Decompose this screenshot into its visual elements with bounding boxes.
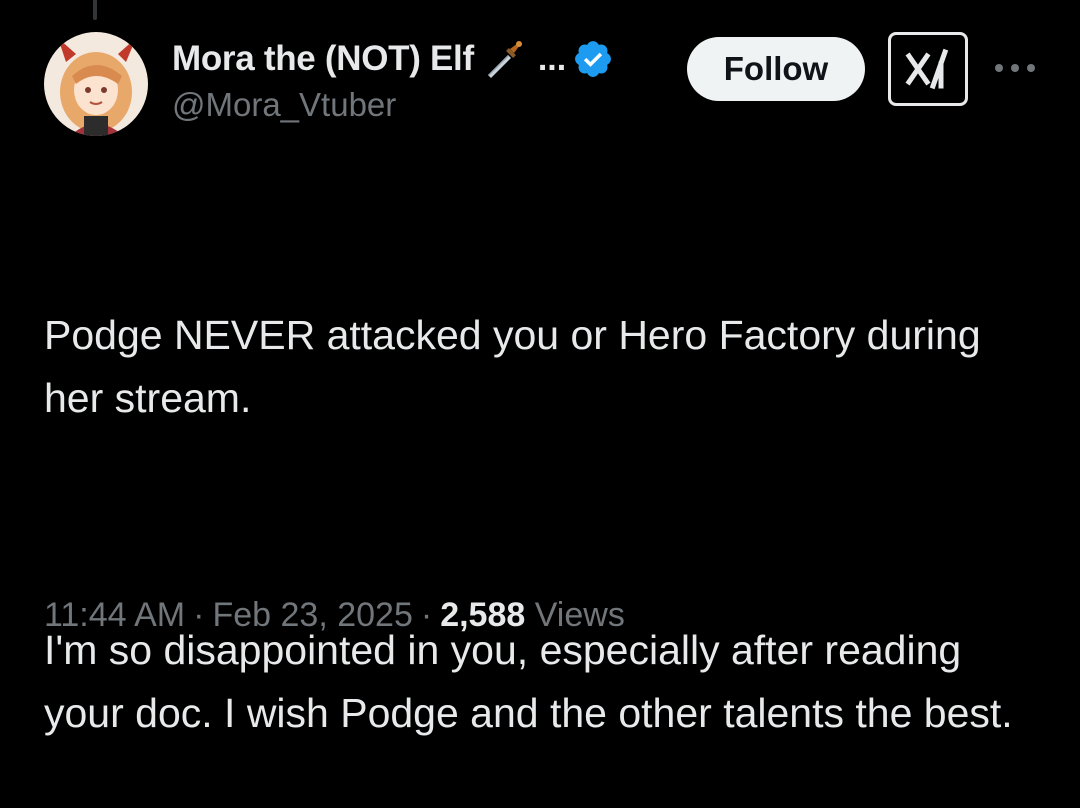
- tweet-paragraph: Podge NEVER attacked you or Hero Factory…: [44, 312, 993, 421]
- author-handle[interactable]: @Mora_Vtuber: [172, 86, 396, 124]
- tweet-text: Podge NEVER attacked you or Hero Factory…: [44, 178, 1024, 808]
- grok-button[interactable]: [888, 32, 968, 106]
- tweet-date[interactable]: Feb 23, 2025: [212, 596, 412, 634]
- tweet-paragraph: I'm so disappointed in you, especially a…: [44, 627, 1013, 736]
- views-label: Views: [534, 596, 625, 634]
- grok-icon: [905, 48, 949, 90]
- verified-badge-icon: [572, 38, 614, 80]
- author-name-row[interactable]: Mora the (NOT) Elf ...: [172, 36, 614, 82]
- avatar-image: [44, 32, 148, 136]
- tweet-metadata: 11:44 AM · Feb 23, 2025 · 2,588 Views: [44, 596, 625, 635]
- dagger-emoji-icon: [484, 39, 524, 79]
- thread-connector-line: [93, 0, 97, 20]
- more-icon: [995, 64, 1035, 72]
- separator: ·: [193, 596, 205, 634]
- views-count: 2,588: [440, 596, 526, 634]
- follow-button[interactable]: Follow: [687, 37, 865, 101]
- name-truncation: ...: [537, 39, 567, 78]
- tweet-time[interactable]: 11:44 AM: [44, 596, 185, 634]
- avatar[interactable]: [44, 32, 148, 136]
- separator: ·: [420, 596, 433, 634]
- more-options-button[interactable]: [990, 50, 1040, 86]
- display-name[interactable]: Mora the (NOT) Elf: [172, 39, 474, 79]
